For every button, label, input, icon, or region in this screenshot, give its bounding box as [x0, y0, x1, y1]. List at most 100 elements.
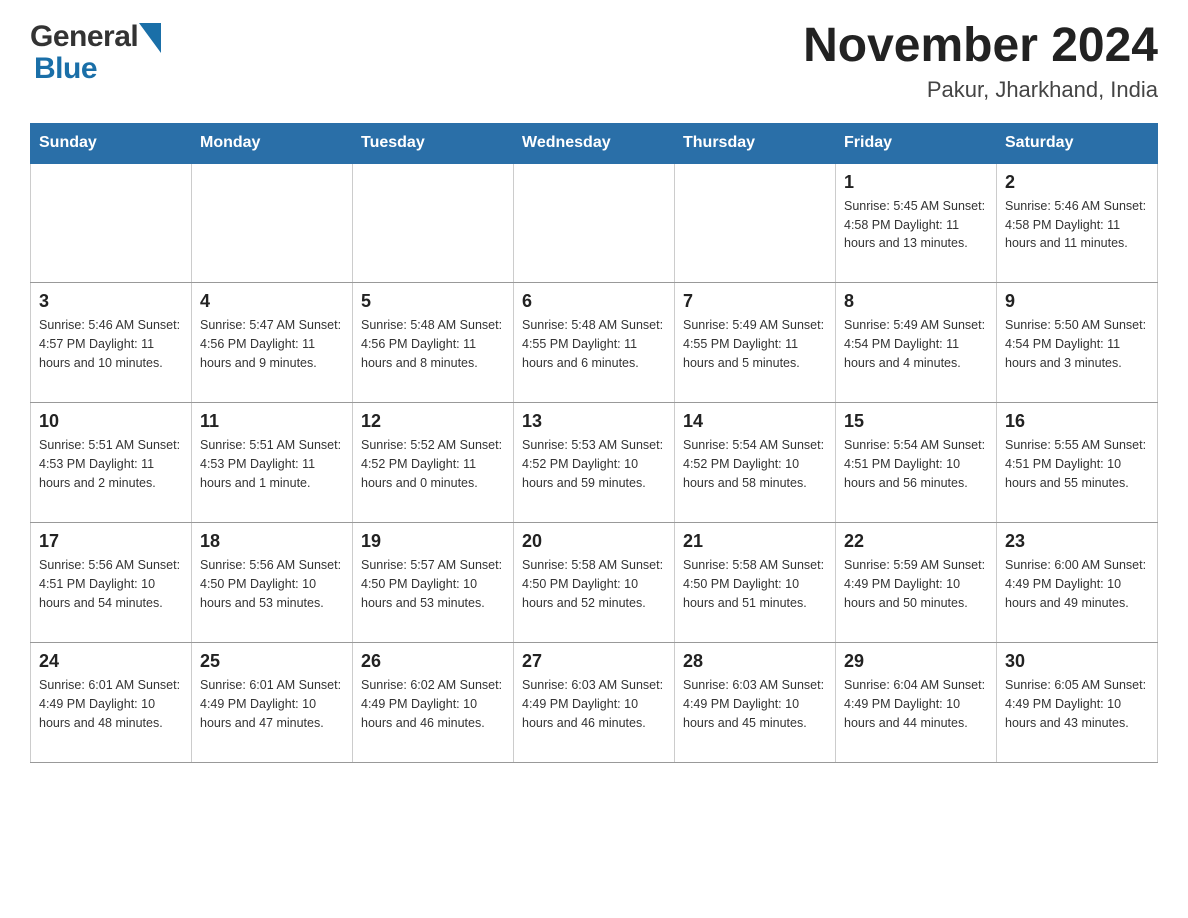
day-info: Sunrise: 5:52 AM Sunset: 4:52 PM Dayligh… [361, 436, 505, 492]
calendar-cell [353, 163, 514, 283]
calendar-week-1: 1 Sunrise: 5:45 AM Sunset: 4:58 PM Daylig… [31, 163, 1158, 283]
calendar-cell: 12 Sunrise: 5:52 AM Sunset: 4:52 PM Dayli… [353, 403, 514, 523]
calendar-cell: 26 Sunrise: 6:02 AM Sunset: 4:49 PM Dayli… [353, 643, 514, 763]
calendar-cell: 17 Sunrise: 5:56 AM Sunset: 4:51 PM Dayli… [31, 523, 192, 643]
page-header: General Blue November 2024 Pakur, Jharkh… [30, 20, 1158, 103]
calendar-cell: 14 Sunrise: 5:54 AM Sunset: 4:52 PM Dayli… [675, 403, 836, 523]
day-info: Sunrise: 6:01 AM Sunset: 4:49 PM Dayligh… [200, 676, 344, 732]
calendar-cell: 13 Sunrise: 5:53 AM Sunset: 4:52 PM Dayli… [514, 403, 675, 523]
day-info: Sunrise: 5:51 AM Sunset: 4:53 PM Dayligh… [200, 436, 344, 492]
day-info: Sunrise: 5:54 AM Sunset: 4:51 PM Dayligh… [844, 436, 988, 492]
day-info: Sunrise: 5:46 AM Sunset: 4:58 PM Dayligh… [1005, 197, 1149, 253]
day-info: Sunrise: 5:48 AM Sunset: 4:55 PM Dayligh… [522, 316, 666, 372]
calendar-cell: 11 Sunrise: 5:51 AM Sunset: 4:53 PM Dayli… [192, 403, 353, 523]
day-number: 15 [844, 411, 988, 432]
day-number: 23 [1005, 531, 1149, 552]
title-area: November 2024 Pakur, Jharkhand, India [803, 20, 1158, 103]
calendar-cell [675, 163, 836, 283]
day-info: Sunrise: 5:50 AM Sunset: 4:54 PM Dayligh… [1005, 316, 1149, 372]
logo-blue-text: Blue [34, 52, 97, 86]
day-number: 14 [683, 411, 827, 432]
day-info: Sunrise: 5:48 AM Sunset: 4:56 PM Dayligh… [361, 316, 505, 372]
day-info: Sunrise: 5:47 AM Sunset: 4:56 PM Dayligh… [200, 316, 344, 372]
calendar-cell: 29 Sunrise: 6:04 AM Sunset: 4:49 PM Dayli… [836, 643, 997, 763]
calendar-cell: 5 Sunrise: 5:48 AM Sunset: 4:56 PM Daylig… [353, 283, 514, 403]
day-number: 1 [844, 172, 988, 193]
day-number: 8 [844, 291, 988, 312]
day-info: Sunrise: 5:56 AM Sunset: 4:51 PM Dayligh… [39, 556, 183, 612]
day-info: Sunrise: 5:58 AM Sunset: 4:50 PM Dayligh… [522, 556, 666, 612]
day-info: Sunrise: 6:05 AM Sunset: 4:49 PM Dayligh… [1005, 676, 1149, 732]
calendar-cell: 8Sunrise: 5:49 AM Sunset: 4:54 PM Daylig… [836, 283, 997, 403]
calendar-header-monday: Monday [192, 123, 353, 163]
calendar-cell [514, 163, 675, 283]
day-number: 13 [522, 411, 666, 432]
day-info: Sunrise: 6:03 AM Sunset: 4:49 PM Dayligh… [522, 676, 666, 732]
day-info: Sunrise: 5:53 AM Sunset: 4:52 PM Dayligh… [522, 436, 666, 492]
calendar-header-wednesday: Wednesday [514, 123, 675, 163]
day-info: Sunrise: 5:54 AM Sunset: 4:52 PM Dayligh… [683, 436, 827, 492]
calendar-cell: 3 Sunrise: 5:46 AM Sunset: 4:57 PM Daylig… [31, 283, 192, 403]
calendar-cell: 4Sunrise: 5:47 AM Sunset: 4:56 PM Daylig… [192, 283, 353, 403]
logo-general-text: General [30, 20, 138, 54]
day-number: 12 [361, 411, 505, 432]
day-number: 21 [683, 531, 827, 552]
day-number: 28 [683, 651, 827, 672]
day-info: Sunrise: 5:57 AM Sunset: 4:50 PM Dayligh… [361, 556, 505, 612]
calendar-week-5: 24 Sunrise: 6:01 AM Sunset: 4:49 PM Dayli… [31, 643, 1158, 763]
day-number: 6 [522, 291, 666, 312]
calendar-header-saturday: Saturday [997, 123, 1158, 163]
day-number: 25 [200, 651, 344, 672]
day-info: Sunrise: 5:46 AM Sunset: 4:57 PM Dayligh… [39, 316, 183, 372]
calendar-week-4: 17 Sunrise: 5:56 AM Sunset: 4:51 PM Dayli… [31, 523, 1158, 643]
day-info: Sunrise: 6:04 AM Sunset: 4:49 PM Dayligh… [844, 676, 988, 732]
day-info: Sunrise: 6:02 AM Sunset: 4:49 PM Dayligh… [361, 676, 505, 732]
day-number: 26 [361, 651, 505, 672]
day-number: 5 [361, 291, 505, 312]
calendar-cell: 21 Sunrise: 5:58 AM Sunset: 4:50 PM Dayli… [675, 523, 836, 643]
day-number: 22 [844, 531, 988, 552]
calendar-cell: 19Sunrise: 5:57 AM Sunset: 4:50 PM Dayli… [353, 523, 514, 643]
calendar-header-tuesday: Tuesday [353, 123, 514, 163]
calendar-cell: 20Sunrise: 5:58 AM Sunset: 4:50 PM Dayli… [514, 523, 675, 643]
day-number: 17 [39, 531, 183, 552]
day-info: Sunrise: 6:03 AM Sunset: 4:49 PM Dayligh… [683, 676, 827, 732]
day-info: Sunrise: 5:55 AM Sunset: 4:51 PM Dayligh… [1005, 436, 1149, 492]
calendar-week-3: 10 Sunrise: 5:51 AM Sunset: 4:53 PM Dayli… [31, 403, 1158, 523]
day-info: Sunrise: 5:58 AM Sunset: 4:50 PM Dayligh… [683, 556, 827, 612]
day-number: 24 [39, 651, 183, 672]
calendar-cell: 22 Sunrise: 5:59 AM Sunset: 4:49 PM Dayli… [836, 523, 997, 643]
day-info: Sunrise: 5:51 AM Sunset: 4:53 PM Dayligh… [39, 436, 183, 492]
calendar-header-friday: Friday [836, 123, 997, 163]
day-number: 9 [1005, 291, 1149, 312]
day-number: 30 [1005, 651, 1149, 672]
day-number: 27 [522, 651, 666, 672]
day-info: Sunrise: 6:00 AM Sunset: 4:49 PM Dayligh… [1005, 556, 1149, 612]
calendar-header-row: SundayMondayTuesdayWednesdayThursdayFrid… [31, 123, 1158, 163]
calendar-cell: 6 Sunrise: 5:48 AM Sunset: 4:55 PM Daylig… [514, 283, 675, 403]
calendar-table: SundayMondayTuesdayWednesdayThursdayFrid… [30, 123, 1158, 764]
calendar-cell: 2 Sunrise: 5:46 AM Sunset: 4:58 PM Daylig… [997, 163, 1158, 283]
day-number: 10 [39, 411, 183, 432]
calendar-week-2: 3 Sunrise: 5:46 AM Sunset: 4:57 PM Daylig… [31, 283, 1158, 403]
day-info: Sunrise: 5:59 AM Sunset: 4:49 PM Dayligh… [844, 556, 988, 612]
day-info: Sunrise: 5:45 AM Sunset: 4:58 PM Dayligh… [844, 197, 988, 253]
day-number: 2 [1005, 172, 1149, 193]
calendar-cell: 1 Sunrise: 5:45 AM Sunset: 4:58 PM Daylig… [836, 163, 997, 283]
calendar-cell [31, 163, 192, 283]
day-number: 3 [39, 291, 183, 312]
day-number: 7 [683, 291, 827, 312]
day-number: 29 [844, 651, 988, 672]
logo: General Blue [30, 20, 161, 86]
day-info: Sunrise: 5:49 AM Sunset: 4:55 PM Dayligh… [683, 316, 827, 372]
calendar-cell: 10 Sunrise: 5:51 AM Sunset: 4:53 PM Dayli… [31, 403, 192, 523]
calendar-cell: 24Sunrise: 6:01 AM Sunset: 4:49 PM Dayli… [31, 643, 192, 763]
location-text: Pakur, Jharkhand, India [803, 77, 1158, 103]
day-number: 11 [200, 411, 344, 432]
calendar-cell: 7 Sunrise: 5:49 AM Sunset: 4:55 PM Daylig… [675, 283, 836, 403]
calendar-header-thursday: Thursday [675, 123, 836, 163]
calendar-cell: 23 Sunrise: 6:00 AM Sunset: 4:49 PM Dayli… [997, 523, 1158, 643]
calendar-cell: 25 Sunrise: 6:01 AM Sunset: 4:49 PM Dayli… [192, 643, 353, 763]
day-number: 18 [200, 531, 344, 552]
month-title: November 2024 [803, 20, 1158, 73]
